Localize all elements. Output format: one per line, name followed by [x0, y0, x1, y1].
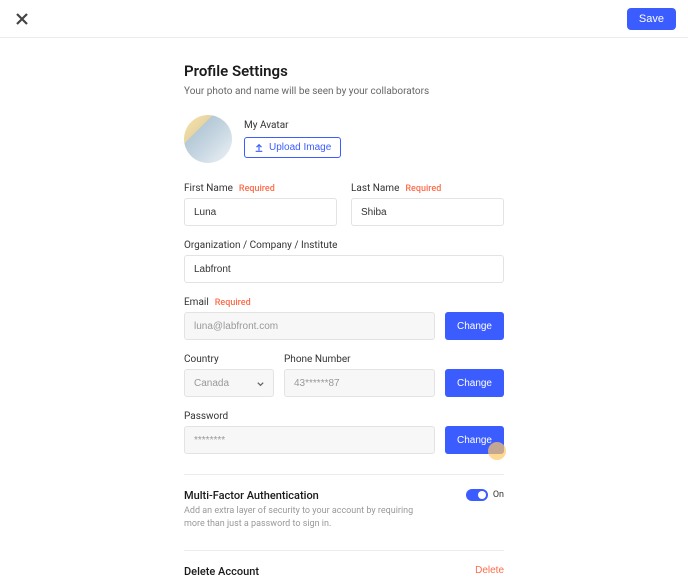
organization-label: Organization / Company / Institute — [184, 240, 337, 251]
email-field: Email Required — [184, 297, 435, 340]
divider — [184, 474, 504, 475]
last-name-input[interactable] — [351, 198, 504, 226]
organization-input[interactable] — [184, 255, 504, 283]
password-label: Password — [184, 411, 228, 422]
delete-section: Delete Account Permanently delete your a… — [184, 565, 504, 580]
first-name-label: First Name — [184, 183, 233, 194]
required-badge: Required — [215, 298, 251, 308]
change-email-button[interactable]: Change — [445, 312, 504, 340]
avatar-section: My Avatar Upload Image — [184, 115, 504, 163]
mfa-description: Add an extra layer of security to your a… — [184, 505, 424, 530]
close-button[interactable] — [12, 9, 32, 29]
upload-label: Upload Image — [269, 142, 331, 153]
delete-title: Delete Account — [184, 565, 439, 578]
mfa-title: Multi-Factor Authentication — [184, 489, 424, 502]
content-scroll[interactable]: Profile Settings Your photo and name wil… — [0, 38, 688, 580]
save-button[interactable]: Save — [627, 8, 676, 30]
password-field: Password — [184, 411, 435, 454]
first-name-input[interactable] — [184, 198, 337, 226]
phone-input — [284, 369, 435, 397]
mfa-toggle-label: On — [493, 490, 504, 500]
divider — [184, 550, 504, 551]
change-phone-button[interactable]: Change — [445, 369, 504, 397]
email-input — [184, 312, 435, 340]
upload-icon — [254, 143, 264, 153]
close-icon — [16, 13, 28, 25]
delete-account-button[interactable]: Delete — [475, 565, 504, 576]
mfa-toggle[interactable] — [466, 489, 488, 501]
mfa-section: Multi-Factor Authentication Add an extra… — [184, 489, 504, 530]
last-name-label: Last Name — [351, 183, 399, 194]
phone-label: Phone Number — [284, 354, 351, 365]
form-container: Profile Settings Your photo and name wil… — [184, 62, 504, 580]
organization-field: Organization / Company / Institute — [184, 240, 504, 283]
country-field: Country — [184, 354, 274, 397]
country-label: Country — [184, 354, 219, 365]
page-subtitle: Your photo and name will be seen by your… — [184, 86, 504, 97]
phone-field: Phone Number — [284, 354, 435, 397]
password-input — [184, 426, 435, 454]
page-title: Profile Settings — [184, 62, 504, 80]
first-name-field: First Name Required — [184, 183, 337, 226]
avatar-label: My Avatar — [244, 120, 341, 131]
change-password-button[interactable]: Change — [445, 426, 504, 454]
last-name-field: Last Name Required — [351, 183, 504, 226]
required-badge: Required — [405, 184, 441, 194]
top-bar: Save — [0, 0, 688, 38]
avatar — [184, 115, 232, 163]
country-select[interactable] — [184, 369, 274, 397]
required-badge: Required — [239, 184, 275, 194]
upload-image-button[interactable]: Upload Image — [244, 137, 341, 158]
email-label: Email — [184, 297, 209, 308]
